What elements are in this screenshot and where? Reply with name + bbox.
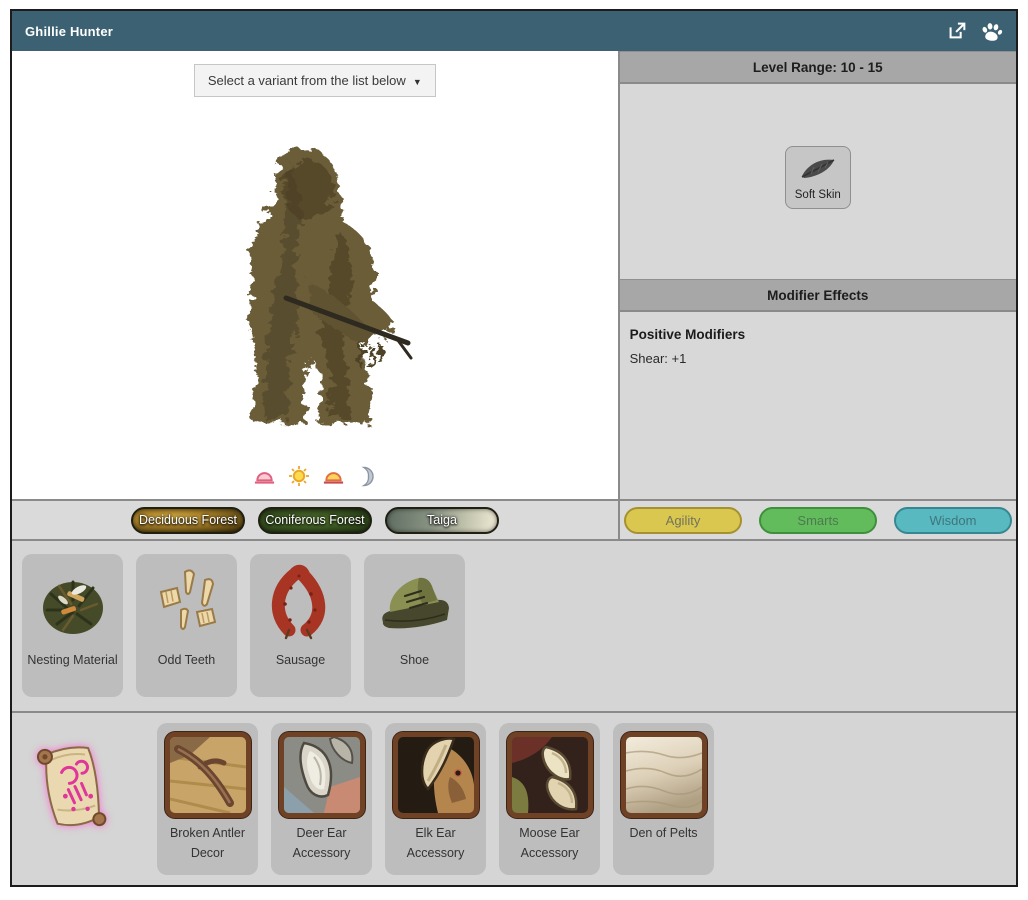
sausage-icon	[260, 563, 342, 645]
item-label: Shoe	[399, 653, 430, 667]
den-of-pelts-icon	[620, 731, 707, 818]
ability-soft-skin[interactable]: Soft Skin	[784, 146, 851, 209]
item-den-of-pelts[interactable]: Den of Pelts	[613, 722, 714, 875]
elk-ear-icon	[392, 731, 479, 818]
modifier-entry: Shear: +1	[629, 351, 687, 366]
item-broken-antler-decor[interactable]: Broken Antler Decor	[157, 722, 258, 875]
chevron-down-icon: ▼	[412, 76, 422, 87]
modifier-effects-header: Modifier Effects	[619, 279, 1016, 312]
stat-wisdom-button[interactable]: Wisdom	[894, 506, 1012, 534]
item-label: Nesting Material	[27, 653, 118, 667]
item-label: Elk Ear Accessory	[406, 825, 465, 861]
shoe-icon	[374, 563, 456, 645]
app-window: Ghillie Hunter Select a variant from the…	[10, 9, 1018, 887]
odd-teeth-icon	[146, 563, 228, 645]
stat-buttons: Agility Smarts Wisdom	[620, 501, 1016, 539]
biome-coniferous-forest-button[interactable]: Coniferous Forest	[258, 506, 372, 534]
moon-icon	[357, 466, 377, 487]
item-label: Broken Antler Decor	[169, 825, 246, 861]
craft-items-section: Broken Antler Decor Deer Ear Accessory E…	[12, 713, 1016, 885]
external-link-icon[interactable]	[946, 20, 968, 42]
item-label: Deer Ear Accessory	[292, 825, 351, 861]
ghillie-hunter-illustration	[247, 147, 413, 425]
title-bar: Ghillie Hunter	[12, 11, 1016, 51]
biome-deciduous-forest-button[interactable]: Deciduous Forest	[131, 506, 245, 534]
item-label: Moose Ear Accessory	[519, 825, 580, 861]
biome-buttons: Deciduous Forest Coniferous Forest Taiga	[12, 501, 620, 539]
main-content: Select a variant from the list below ▼ L…	[12, 51, 1016, 499]
variant-dropdown[interactable]: Select a variant from the list below ▼	[193, 64, 436, 97]
feather-icon	[799, 155, 837, 186]
paw-icon[interactable]	[979, 20, 1003, 43]
creature-panel: Select a variant from the list below ▼	[12, 51, 618, 499]
creature-image-area	[190, 97, 440, 465]
title-bar-actions	[946, 20, 1003, 43]
biome-taiga-button[interactable]: Taiga	[385, 506, 499, 534]
stat-agility-button[interactable]: Agility	[624, 506, 742, 534]
stat-smarts-button[interactable]: Smarts	[759, 506, 877, 534]
modifier-effects-body: Positive Modifiers Shear: +1	[620, 312, 1016, 499]
item-label: Sausage	[275, 653, 326, 667]
loot-items-section: Nesting Material Odd Teeth Sausage Shoe	[12, 541, 1016, 713]
item-odd-teeth[interactable]: Odd Teeth	[136, 554, 237, 697]
abilities-area: Soft Skin	[620, 84, 1016, 279]
positive-modifiers-title: Positive Modifiers	[629, 327, 746, 342]
variant-dropdown-label: Select a variant from the list below	[207, 73, 406, 88]
page-title: Ghillie Hunter	[25, 23, 114, 39]
info-panel: Level Range: 10 - 15 Soft Skin Modifier …	[617, 51, 1016, 499]
deer-ear-icon	[278, 731, 365, 818]
sunrise-icon	[253, 466, 276, 486]
ability-label: Soft Skin	[794, 188, 841, 201]
sun-icon	[288, 465, 310, 487]
item-label: Den of Pelts	[629, 825, 698, 840]
item-elk-ear-accessory[interactable]: Elk Ear Accessory	[385, 722, 486, 875]
item-moose-ear-accessory[interactable]: Moose Ear Accessory	[499, 722, 600, 875]
item-shoe[interactable]: Shoe	[364, 554, 465, 697]
item-nesting-material[interactable]: Nesting Material	[22, 554, 123, 697]
moose-ear-icon	[506, 731, 593, 818]
recipe-scroll-icon[interactable]	[34, 737, 110, 842]
item-deer-ear-accessory[interactable]: Deer Ear Accessory	[271, 722, 372, 875]
level-range-header: Level Range: 10 - 15	[619, 51, 1016, 84]
item-label: Odd Teeth	[157, 653, 216, 667]
item-sausage[interactable]: Sausage	[250, 554, 351, 697]
nesting-material-icon	[32, 563, 114, 645]
broken-antler-icon	[164, 731, 251, 818]
biome-stat-row: Deciduous Forest Coniferous Forest Taiga…	[12, 499, 1016, 541]
sunset-icon	[322, 466, 345, 486]
active-time-of-day	[253, 465, 377, 487]
